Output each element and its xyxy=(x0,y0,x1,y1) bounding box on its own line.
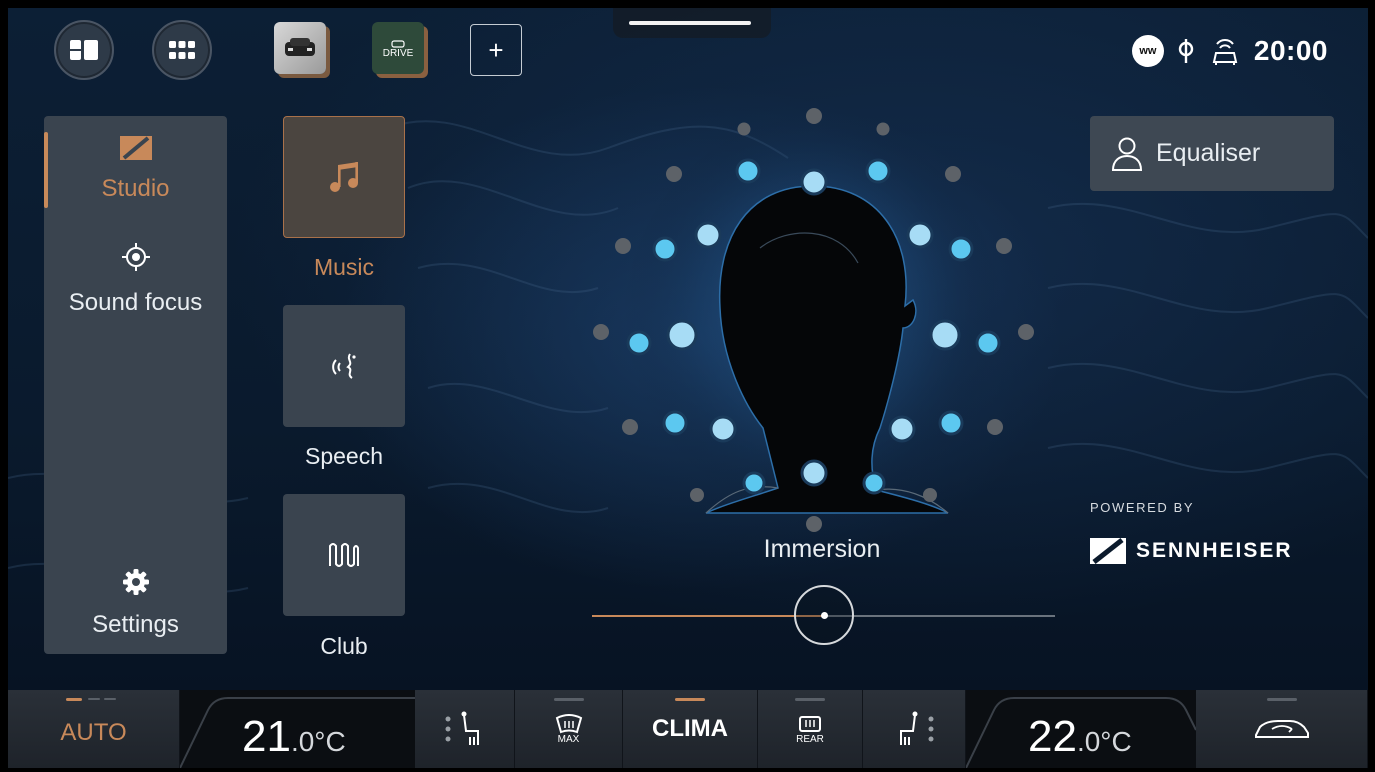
auto-label: AUTO xyxy=(60,719,127,746)
auto-indicator xyxy=(66,698,82,701)
app-grid-button[interactable] xyxy=(152,20,212,80)
left-temp-value: 21 xyxy=(242,712,291,761)
equaliser-label: Equaliser xyxy=(1156,139,1261,167)
auto-button[interactable]: AUTO xyxy=(8,690,180,768)
powered-by-label: POWERED BY xyxy=(1090,500,1195,515)
infotainment-screen: DRIVE + ww 20:00 Studio Sound focus Sett… xyxy=(8,8,1368,768)
driver-seat-heat-button[interactable] xyxy=(415,690,515,768)
right-temp-value: 22 xyxy=(1028,712,1077,761)
status-bar: ww 20:00 xyxy=(1131,35,1328,67)
rear-defrost-button[interactable]: REAR xyxy=(758,690,863,768)
right-temp-unit: .0°C xyxy=(1076,726,1132,757)
immersion-visualizer xyxy=(593,108,1034,538)
left-temp-zone[interactable]: 21.0°C xyxy=(180,690,415,768)
auto-indicator-2 xyxy=(88,698,100,700)
top-handle[interactable] xyxy=(613,8,771,38)
sidebar-item-label: Studio xyxy=(101,175,170,202)
recirc-indicator xyxy=(1267,698,1297,701)
mode-music-button[interactable] xyxy=(283,116,405,238)
auto-indicator-3 xyxy=(104,698,116,700)
clock: 20:00 xyxy=(1253,35,1328,66)
drive-app-button[interactable]: DRIVE xyxy=(372,22,424,74)
seat-heat-icon xyxy=(445,711,479,745)
clima-label: CLIMA xyxy=(652,715,728,742)
mode-speech-button[interactable] xyxy=(283,305,405,427)
rear-defrost-icon xyxy=(799,715,821,732)
wave-icon xyxy=(329,543,359,567)
gear-icon xyxy=(122,569,149,595)
brand-logo: SENNHEISER xyxy=(1090,538,1293,564)
car-icon xyxy=(285,38,315,56)
music-note-icon xyxy=(330,162,358,192)
split-view-button[interactable] xyxy=(54,20,114,80)
drive-label: DRIVE xyxy=(382,47,414,59)
right-temp: 22.0°C xyxy=(1028,712,1132,762)
equaliser-button[interactable]: Equaliser xyxy=(1090,116,1334,191)
car-recirculation-icon xyxy=(1254,720,1309,738)
connected-car-icon xyxy=(1212,39,1238,65)
max-label: MAX xyxy=(557,733,580,745)
immersion-label: Immersion xyxy=(763,535,881,563)
sennheiser-logo-icon xyxy=(1090,538,1126,564)
max-indicator xyxy=(554,698,584,701)
sidebar: Studio Sound focus Settings xyxy=(44,116,227,654)
split-view-icon xyxy=(70,40,98,60)
air-recirculation-button[interactable] xyxy=(1196,690,1368,768)
sidebar-item-sound-focus[interactable]: Sound focus xyxy=(44,242,227,317)
rear-indicator xyxy=(795,698,825,701)
vehicle-app-button[interactable] xyxy=(274,22,326,74)
passenger-seat-heat-button[interactable] xyxy=(863,690,966,768)
drive-car-icon xyxy=(391,39,405,48)
mode-label: Speech xyxy=(304,443,383,469)
clima-indicator xyxy=(675,698,705,701)
sennheiser-icon xyxy=(119,136,152,160)
windshield-defrost-icon xyxy=(555,713,582,733)
app-grid-icon xyxy=(169,41,195,59)
slider-fill xyxy=(592,615,824,617)
sidebar-item-studio[interactable]: Studio xyxy=(44,136,227,203)
right-temp-zone[interactable]: 22.0°C xyxy=(966,690,1196,768)
sidebar-item-settings[interactable]: Settings xyxy=(44,568,227,639)
mode-label: Music xyxy=(313,254,375,280)
ww-badge: ww xyxy=(1131,35,1164,67)
max-defrost-button[interactable]: MAX xyxy=(515,690,623,768)
wireless-charging-icon xyxy=(1178,39,1194,63)
mode-label: Club xyxy=(320,633,368,659)
sidebar-item-label: Sound focus xyxy=(68,289,203,316)
target-icon xyxy=(121,243,150,271)
left-temp-unit: .0°C xyxy=(290,726,346,757)
mode-club-button[interactable] xyxy=(283,494,405,616)
left-temp: 21.0°C xyxy=(242,712,346,762)
add-app-button[interactable]: + xyxy=(470,24,522,76)
clima-button[interactable]: CLIMA xyxy=(623,690,758,768)
brand-name: SENNHEISER xyxy=(1136,539,1293,562)
speech-icon xyxy=(332,353,356,379)
sidebar-item-label: Settings xyxy=(92,611,179,638)
user-icon xyxy=(1111,137,1143,171)
climate-bar: AUTO 21.0°C MAX CLIMA REAR 22.0°C xyxy=(8,690,1368,768)
seat-heat-icon xyxy=(900,711,934,745)
slider-knob[interactable] xyxy=(793,585,854,645)
rear-label: REAR xyxy=(796,733,824,745)
